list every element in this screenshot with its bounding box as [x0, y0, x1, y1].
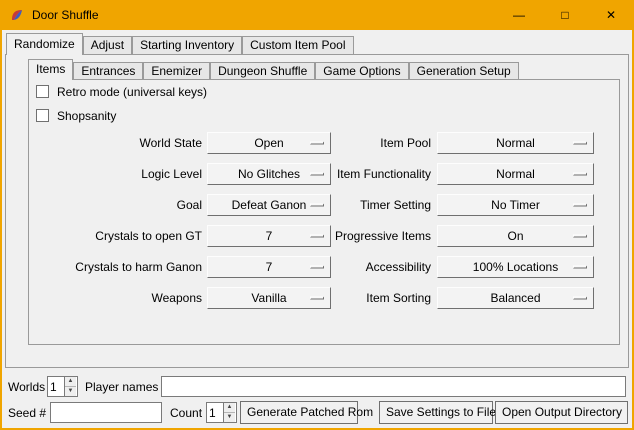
timer-setting-value: No Timer: [491, 198, 540, 212]
door-shuffle-window: Door Shuffle — □ ✕ Randomize Adjust Star…: [0, 0, 634, 430]
worlds-spinbox[interactable]: ▲ ▼: [47, 376, 78, 397]
progressive-items-label: Progressive Items: [300, 225, 431, 247]
tab-generation-setup[interactable]: Generation Setup: [409, 62, 519, 79]
window-title: Door Shuffle: [32, 0, 99, 30]
item-functionality-value: Normal: [496, 167, 535, 181]
item-pool-dropdown[interactable]: Normal: [437, 132, 594, 154]
worlds-spin-up-button[interactable]: ▲: [65, 377, 76, 387]
crystals-gt-label: Crystals to open GT: [30, 225, 202, 247]
weapons-label: Weapons: [30, 287, 202, 309]
seed-label: Seed #: [8, 403, 46, 423]
close-button[interactable]: ✕: [588, 0, 634, 30]
item-sorting-dropdown[interactable]: Balanced: [437, 287, 594, 309]
worlds-input[interactable]: [48, 377, 64, 396]
count-label: Count: [170, 403, 202, 423]
shopsanity-checkbox[interactable]: [36, 109, 49, 122]
item-functionality-dropdown[interactable]: Normal: [437, 163, 594, 185]
shopsanity-label: Shopsanity: [57, 109, 116, 123]
count-input[interactable]: [207, 403, 223, 422]
open-output-directory-button[interactable]: Open Output Directory: [495, 401, 628, 424]
app-icon: [10, 8, 24, 22]
tab-items[interactable]: Items: [28, 59, 73, 80]
goal-value: Defeat Ganon: [232, 198, 307, 212]
accessibility-label: Accessibility: [300, 256, 431, 278]
tab-dungeon-shuffle[interactable]: Dungeon Shuffle: [210, 62, 315, 79]
tab-custom-item-pool[interactable]: Custom Item Pool: [242, 36, 353, 54]
count-spinbox[interactable]: ▲ ▼: [206, 402, 237, 423]
dropdown-indicator-icon: [573, 204, 587, 207]
item-sorting-label: Item Sorting: [300, 287, 431, 309]
logic-level-value: No Glitches: [238, 167, 300, 181]
tab-game-options[interactable]: Game Options: [315, 62, 408, 79]
dropdown-indicator-icon: [573, 235, 587, 238]
dropdown-indicator-icon: [573, 297, 587, 300]
player-names-input[interactable]: [161, 376, 626, 397]
save-settings-button[interactable]: Save Settings to File: [379, 401, 493, 424]
retro-mode-label: Retro mode (universal keys): [57, 85, 207, 99]
logic-level-label: Logic Level: [30, 163, 202, 185]
item-pool-value: Normal: [496, 136, 535, 150]
tab-enemizer[interactable]: Enemizer: [143, 62, 210, 79]
tab-randomize[interactable]: Randomize: [6, 33, 83, 55]
inner-tab-bar: Items Entrances Enemizer Dungeon Shuffle…: [28, 59, 519, 79]
count-spin-down-button[interactable]: ▼: [224, 413, 235, 422]
worlds-spin-down-button[interactable]: ▼: [65, 387, 76, 396]
worlds-label: Worlds: [8, 377, 45, 397]
tab-adjust[interactable]: Adjust: [83, 36, 132, 54]
world-state-value: Open: [254, 136, 283, 150]
weapons-value: Vanilla: [251, 291, 286, 305]
accessibility-dropdown[interactable]: 100% Locations: [437, 256, 594, 278]
title-bar[interactable]: Door Shuffle — □ ✕: [0, 0, 634, 30]
retro-mode-checkbox[interactable]: [36, 85, 49, 98]
generate-patched-rom-button[interactable]: Generate Patched Rom: [240, 401, 358, 424]
player-names-label: Player names: [85, 377, 158, 397]
dropdown-indicator-icon: [573, 173, 587, 176]
goal-label: Goal: [30, 194, 202, 216]
item-functionality-label: Item Functionality: [300, 163, 431, 185]
crystals-ganon-label: Crystals to harm Ganon: [30, 256, 202, 278]
item-pool-label: Item Pool: [300, 132, 431, 154]
accessibility-value: 100% Locations: [473, 260, 558, 274]
item-sorting-value: Balanced: [490, 291, 540, 305]
timer-setting-dropdown[interactable]: No Timer: [437, 194, 594, 216]
dropdown-indicator-icon: [573, 142, 587, 145]
outer-tab-bar: Randomize Adjust Starting Inventory Cust…: [6, 33, 354, 54]
crystals-ganon-value: 7: [266, 260, 273, 274]
timer-setting-label: Timer Setting: [300, 194, 431, 216]
world-state-label: World State: [30, 132, 202, 154]
maximize-button[interactable]: □: [542, 0, 588, 30]
crystals-gt-value: 7: [266, 229, 273, 243]
progressive-items-value: On: [507, 229, 523, 243]
count-spin-up-button[interactable]: ▲: [224, 403, 235, 413]
tab-starting-inventory[interactable]: Starting Inventory: [132, 36, 242, 54]
tab-entrances[interactable]: Entrances: [73, 62, 143, 79]
dropdown-indicator-icon: [573, 266, 587, 269]
seed-input[interactable]: [50, 402, 162, 423]
progressive-items-dropdown[interactable]: On: [437, 225, 594, 247]
minimize-button[interactable]: —: [496, 0, 542, 30]
